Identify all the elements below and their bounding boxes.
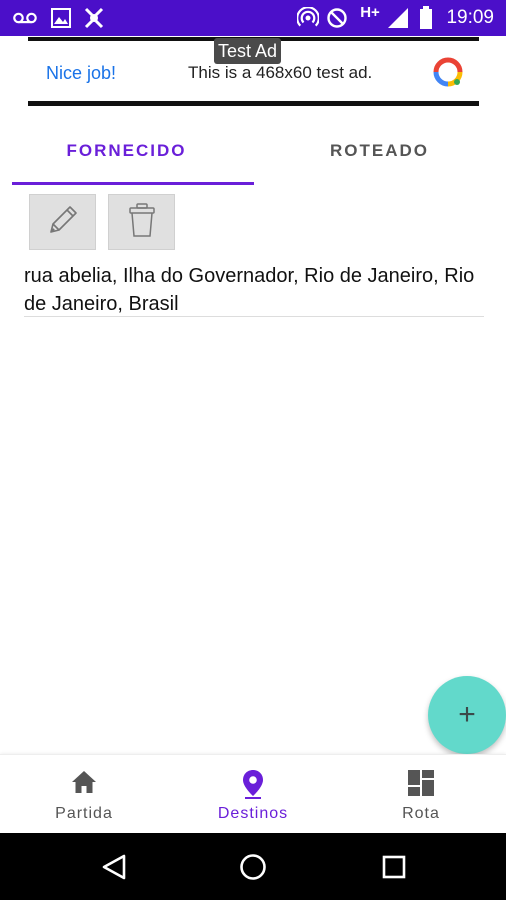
do-not-disturb-icon: [325, 6, 349, 30]
voicemail-icon: [12, 6, 38, 30]
tab-indicator: [12, 182, 254, 185]
home-circle-icon[interactable]: [236, 850, 270, 884]
list-divider: [24, 316, 484, 317]
battery-icon: [418, 6, 434, 30]
signal-icon: [386, 6, 410, 30]
ad-logo-icon: [433, 57, 463, 87]
nav-item-destinos[interactable]: Destinos: [169, 755, 337, 834]
home-icon: [0, 769, 168, 797]
status-bar: H+ 19:09: [0, 0, 506, 36]
ad-nice-text: Nice job!: [46, 63, 117, 83]
ad-body-text: This is a 468x60 test ad.: [188, 63, 373, 82]
nav-label-rota: Rota: [402, 805, 440, 822]
nav-label-destinos: Destinos: [217, 805, 289, 822]
back-icon[interactable]: [97, 850, 131, 884]
tab-roteado[interactable]: ROTEADO: [253, 118, 506, 184]
recents-icon[interactable]: [377, 850, 411, 884]
bottom-navigation: Partida Destinos Rota: [0, 754, 506, 833]
pencil-icon: [43, 200, 83, 245]
test-ad-label: Test Ad: [214, 38, 282, 64]
nav-label-partida: Partida: [55, 805, 113, 822]
plus-icon: +: [458, 698, 476, 731]
dashboard-icon: [337, 769, 505, 797]
hotspot-icon: [296, 6, 320, 30]
image-icon: [50, 6, 72, 30]
add-destination-button[interactable]: +: [428, 676, 506, 754]
edit-button[interactable]: [29, 194, 96, 250]
tab-fornecido[interactable]: FORNECIDO: [0, 118, 253, 184]
app-notification-icon: [82, 6, 106, 30]
nav-item-partida[interactable]: Partida: [0, 755, 168, 834]
delete-button[interactable]: [108, 194, 175, 250]
address-text[interactable]: rua abelia, Ilha do Governador, Rio de J…: [24, 262, 494, 318]
tab-bar: FORNECIDO ROTEADO: [0, 118, 506, 188]
location-pin-icon: [169, 769, 337, 799]
status-time: 19:09: [446, 7, 494, 28]
trash-icon: [125, 200, 159, 245]
nav-item-rota[interactable]: Rota: [337, 755, 505, 834]
system-navigation-bar: [0, 833, 506, 900]
network-type: H+: [360, 3, 380, 21]
